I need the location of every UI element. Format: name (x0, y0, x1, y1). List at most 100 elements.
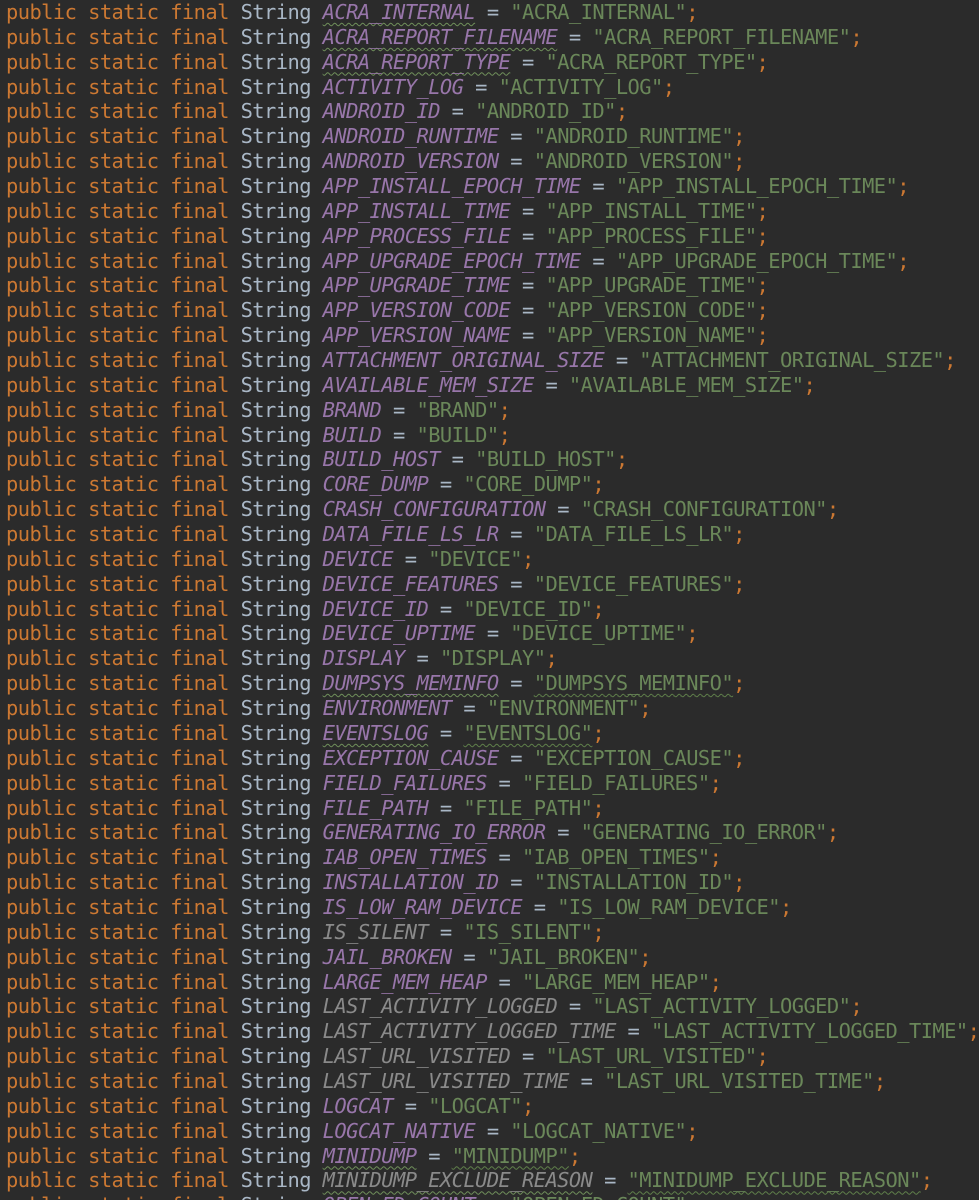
type-name: String (240, 770, 312, 795)
code-line[interactable]: public static final String BUILD = "BUIL… (6, 423, 979, 448)
keyword-public: public (6, 919, 77, 944)
code-line[interactable]: public static final String MINIDUMP = "M… (6, 1144, 979, 1169)
keyword-public: public (6, 74, 77, 99)
code-line[interactable]: public static final String APP_UPGRADE_E… (6, 249, 979, 274)
code-line[interactable]: public static final String APP_INSTALL_T… (6, 199, 979, 224)
type-name: String (240, 546, 312, 571)
code-line[interactable]: public static final String APP_UPGRADE_T… (6, 273, 979, 298)
assignment-operator: = (428, 472, 464, 497)
code-line[interactable]: public static final String EVENTSLOG = "… (6, 721, 979, 746)
code-line[interactable]: public static final String LOGCAT = "LOG… (6, 1094, 979, 1119)
keyword-final: final (170, 422, 229, 447)
keyword-static: static (88, 74, 159, 99)
code-line[interactable]: public static final String IS_SILENT = "… (6, 920, 979, 945)
code-line[interactable]: public static final String IS_LOW_RAM_DE… (6, 895, 979, 920)
code-line[interactable]: public static final String ANDROID_VERSI… (6, 149, 979, 174)
code-line[interactable]: public static final String CORE_DUMP = "… (6, 472, 979, 497)
constant-name: BUILD (322, 422, 382, 447)
code-line[interactable]: public static final String DEVICE_FEATUR… (6, 572, 979, 597)
code-line[interactable]: public static final String APP_INSTALL_E… (6, 174, 979, 199)
code-line[interactable]: public static final String DISPLAY = "DI… (6, 646, 979, 671)
assignment-operator: = (510, 49, 546, 74)
assignment-operator: = (498, 870, 534, 895)
keyword-public: public (6, 1193, 77, 1200)
keyword-final: final (170, 571, 229, 596)
code-line[interactable]: public static final String AVAILABLE_MEM… (6, 373, 979, 398)
code-line[interactable]: public static final String INSTALLATION_… (6, 870, 979, 895)
keyword-static: static (88, 447, 159, 472)
code-line[interactable]: public static final String JAIL_BROKEN =… (6, 945, 979, 970)
code-line[interactable]: public static final String ACRA_REPORT_F… (6, 25, 979, 50)
code-line[interactable]: public static final String LAST_URL_VISI… (6, 1044, 979, 1069)
code-line[interactable]: public static final String LARGE_MEM_HEA… (6, 970, 979, 995)
code-line[interactable]: public static final String ANDROID_RUNTI… (6, 124, 979, 149)
code-line[interactable]: public static final String APP_VERSION_C… (6, 298, 979, 323)
code-line[interactable]: public static final String IAB_OPEN_TIME… (6, 845, 979, 870)
code-line[interactable]: public static final String BRAND = "BRAN… (6, 398, 979, 423)
code-line[interactable]: public static final String ACRA_INTERNAL… (6, 0, 979, 25)
code-line[interactable]: public static final String OPEN_FD_COUNT… (6, 1193, 979, 1200)
code-line[interactable]: public static final String DATA_FILE_LS_… (6, 522, 979, 547)
code-line[interactable]: public static final String ACTIVITY_LOG … (6, 75, 979, 100)
type-name: String (240, 124, 312, 149)
assignment-operator: = (568, 1068, 605, 1093)
semicolon: ; (639, 944, 652, 969)
code-line[interactable]: public static final String DEVICE_UPTIME… (6, 621, 979, 646)
code-line[interactable]: public static final String LAST_URL_VISI… (6, 1069, 979, 1094)
code-line[interactable]: public static final String EXCEPTION_CAU… (6, 746, 979, 771)
keyword-final: final (170, 646, 229, 671)
code-line[interactable]: public static final String ATTACHMENT_OR… (6, 348, 979, 373)
code-line[interactable]: public static final String FIELD_FAILURE… (6, 771, 979, 796)
code-line[interactable]: public static final String DEVICE = "DEV… (6, 547, 979, 572)
code-line[interactable]: public static final String DEVICE_ID = "… (6, 597, 979, 622)
constant-name: LOGCAT_NATIVE (322, 1118, 476, 1143)
code-line[interactable]: public static final String APP_PROCESS_F… (6, 224, 979, 249)
keyword-static: static (88, 49, 159, 74)
code-line[interactable]: public static final String CRASH_CONFIGU… (6, 497, 979, 522)
code-line[interactable]: public static final String GENERATING_IO… (6, 820, 979, 845)
code-line[interactable]: public static final String APP_VERSION_N… (6, 323, 979, 348)
keyword-final: final (170, 372, 229, 397)
code-line[interactable]: public static final String MINIDUMP_EXCL… (6, 1168, 979, 1193)
code-line[interactable]: public static final String LAST_ACTIVITY… (6, 1019, 979, 1044)
semicolon: ; (686, 0, 698, 24)
code-line[interactable]: public static final String LOGCAT_NATIVE… (6, 1119, 979, 1144)
string-literal: "INSTALLATION_ID" (533, 870, 734, 895)
code-line[interactable]: public static final String DUMPSYS_MEMIN… (6, 671, 979, 696)
string-literal: "MINIDUMP" (451, 1143, 570, 1168)
assignment-operator: = (486, 845, 523, 870)
code-line[interactable]: public static final String ENVIRONMENT =… (6, 696, 979, 721)
code-line[interactable]: public static final String LAST_ACTIVITY… (6, 994, 979, 1019)
assignment-operator: = (451, 944, 487, 969)
code-line[interactable]: public static final String FILE_PATH = "… (6, 796, 979, 821)
code-editor[interactable]: public static final String ACRA_INTERNAL… (6, 0, 979, 1200)
code-line[interactable]: public static final String ANDROID_ID = … (6, 99, 979, 124)
code-line[interactable]: public static final String BUILD_HOST = … (6, 447, 979, 472)
keyword-public: public (6, 198, 77, 223)
keyword-static: static (88, 1193, 159, 1200)
assignment-operator: = (498, 671, 534, 696)
constant-name: ANDROID_RUNTIME (322, 124, 499, 149)
code-line[interactable]: public static final String ACRA_REPORT_T… (6, 50, 979, 75)
keyword-static: static (88, 720, 159, 745)
semicolon: ; (686, 1193, 698, 1200)
